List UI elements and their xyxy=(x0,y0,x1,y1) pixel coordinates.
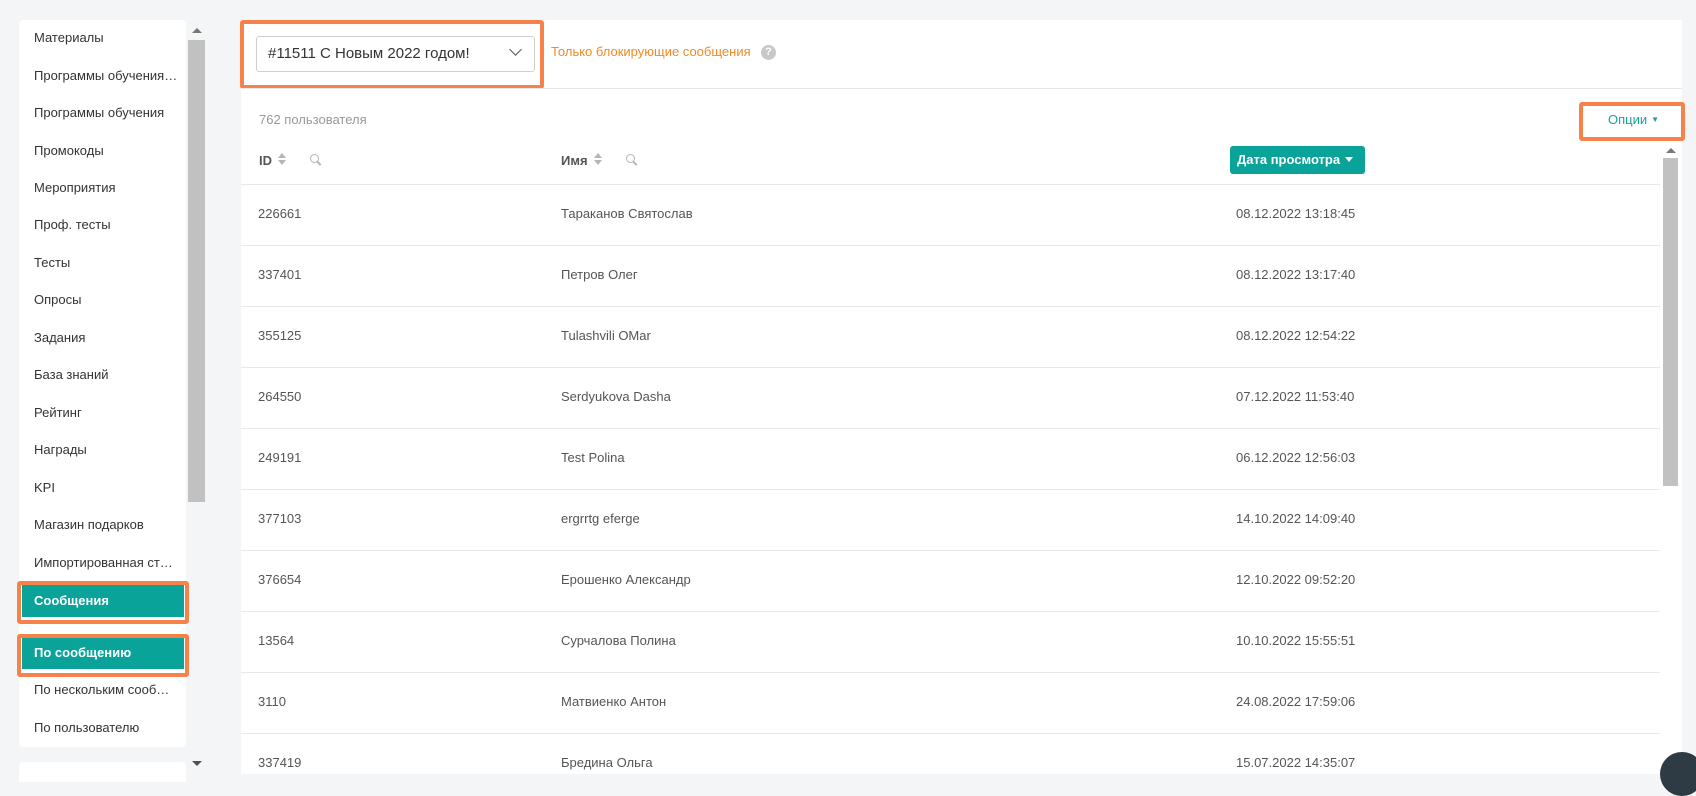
search-icon[interactable] xyxy=(626,154,638,166)
column-header-view-date[interactable]: Дата просмотра xyxy=(1230,146,1365,174)
sidebar-scroll-thumb[interactable] xyxy=(188,40,205,502)
cell-date: 12.10.2022 09:52:20 xyxy=(1236,572,1356,587)
sidebar-item-promocodes[interactable]: Промокоды xyxy=(19,135,186,167)
cell-id: 264550 xyxy=(258,389,302,404)
cell-date: 14.10.2022 14:09:40 xyxy=(1236,511,1356,526)
cell-id: 337401 xyxy=(258,267,302,282)
sidebar-item-tests[interactable]: Тесты xyxy=(19,247,186,279)
cell-id: 13564 xyxy=(258,633,295,648)
table-row[interactable]: 376654 Ерошенко Александр 12.10.2022 09:… xyxy=(241,550,1660,611)
users-table: 226661 Тараканов Святослав 08.12.2022 13… xyxy=(241,184,1660,794)
search-icon[interactable] xyxy=(310,154,322,166)
chat-widget-icon[interactable] xyxy=(1660,752,1696,796)
sidebar-item-events[interactable]: Мероприятия xyxy=(19,172,186,204)
table-row[interactable]: 226661 Тараканов Святослав 08.12.2022 13… xyxy=(241,184,1660,245)
scroll-up-icon[interactable] xyxy=(1666,148,1676,153)
cell-name: Бредина Ольга xyxy=(561,755,653,770)
cell-date: 08.12.2022 13:18:45 xyxy=(1236,206,1356,221)
sidebar-item-imported-stats[interactable]: Импортированная статистика xyxy=(19,547,186,579)
sort-desc-icon xyxy=(1345,157,1353,162)
sidebar-item-by-multiple-messages[interactable]: По нескольким сообщениям xyxy=(19,674,186,706)
cell-name: Test Polina xyxy=(561,450,625,465)
highlight-messages xyxy=(17,581,189,624)
cell-name: ergrrtg eferge xyxy=(561,511,640,526)
highlight-options xyxy=(1579,102,1685,141)
table-row[interactable]: 13564 Сурчалова Полина 10.10.2022 15:55:… xyxy=(241,611,1660,672)
cell-name: Петров Олег xyxy=(561,267,638,282)
cell-id: 355125 xyxy=(258,328,302,343)
cell-date: 15.07.2022 14:35:07 xyxy=(1236,755,1356,770)
table-scroll-thumb[interactable] xyxy=(1663,158,1678,486)
cell-id: 377103 xyxy=(258,511,302,526)
sidebar-secondary-panel xyxy=(19,762,186,782)
sidebar-item-tasks[interactable]: Задания xyxy=(19,322,186,354)
sidebar-item-by-user[interactable]: По пользователю xyxy=(19,712,186,744)
sidebar-item-materials[interactable]: Материалы xyxy=(19,22,186,54)
table-scrollbar[interactable] xyxy=(1662,145,1679,774)
cell-date: 07.12.2022 11:53:40 xyxy=(1236,389,1355,404)
sidebar-item-rating[interactable]: Рейтинг xyxy=(19,397,186,429)
sidebar-item-knowledge-base[interactable]: База знаний xyxy=(19,359,186,391)
sidebar-item-prof-tests[interactable]: Проф. тесты xyxy=(19,209,186,241)
cell-id: 376654 xyxy=(258,572,302,587)
highlight-message-select xyxy=(240,20,544,89)
scroll-up-icon[interactable] xyxy=(192,28,202,33)
user-count: 762 пользователя xyxy=(259,112,367,127)
cell-date: 06.12.2022 12:56:03 xyxy=(1236,450,1356,465)
table-row[interactable]: 249191 Test Polina 06.12.2022 12:56:03 xyxy=(241,428,1660,489)
cell-name: Тараканов Святослав xyxy=(561,206,693,221)
sidebar-item-programs[interactable]: Программы обучения xyxy=(19,97,186,129)
sidebar-item-awards[interactable]: Награды xyxy=(19,434,186,466)
column-header-name[interactable]: Имя xyxy=(561,153,588,168)
sidebar-item-gift-shop[interactable]: Магазин подарков xyxy=(19,509,186,541)
view-date-label: Дата просмотра xyxy=(1237,152,1341,167)
cell-id: 249191 xyxy=(258,450,302,465)
cell-date: 10.10.2022 15:55:51 xyxy=(1236,633,1356,648)
table-row[interactable]: 377103 ergrrtg eferge 14.10.2022 14:09:4… xyxy=(241,489,1660,550)
column-header-id[interactable]: ID xyxy=(259,153,272,168)
cell-name: Ерошенко Александр xyxy=(561,572,691,587)
table-row[interactable]: 355125 Tulashvili OMar 08.12.2022 12:54:… xyxy=(241,306,1660,367)
sidebar-item-kpi[interactable]: KPI xyxy=(19,472,186,504)
cell-name: Сурчалова Полина xyxy=(561,633,676,648)
sort-icon[interactable] xyxy=(278,152,286,166)
cell-date: 08.12.2022 12:54:22 xyxy=(1236,328,1356,343)
sidebar-scrollbar[interactable] xyxy=(188,20,205,774)
sort-icon[interactable] xyxy=(594,152,602,166)
cell-date: 08.12.2022 13:17:40 xyxy=(1236,267,1356,282)
highlight-by-message xyxy=(17,634,189,677)
cell-id: 3110 xyxy=(258,694,286,709)
blocking-only-link[interactable]: Только блокирующие сообщения xyxy=(551,44,751,59)
cell-name: Tulashvili OMar xyxy=(561,328,651,343)
help-icon[interactable]: ? xyxy=(761,45,776,60)
table-row[interactable]: 264550 Serdyukova Dasha 07.12.2022 11:53… xyxy=(241,367,1660,428)
table-row[interactable]: 337401 Петров Олег 08.12.2022 13:17:40 xyxy=(241,245,1660,306)
table-row[interactable]: 337419 Бредина Ольга 15.07.2022 14:35:07 xyxy=(241,733,1660,794)
cell-date: 24.08.2022 17:59:06 xyxy=(1236,694,1356,709)
scroll-down-icon[interactable] xyxy=(192,761,202,766)
cell-name: Serdyukova Dasha xyxy=(561,389,671,404)
cell-name: Матвиенко Антон xyxy=(561,694,667,709)
table-row[interactable]: 3110 Матвиенко Антон 24.08.2022 17:59:06 xyxy=(241,672,1660,733)
sidebar-item-surveys[interactable]: Опросы xyxy=(19,284,186,316)
sidebar-item-programs-modules[interactable]: Программы обучения с модулями xyxy=(19,60,186,92)
cell-id: 337419 xyxy=(258,755,302,770)
cell-id: 226661 xyxy=(258,206,302,221)
